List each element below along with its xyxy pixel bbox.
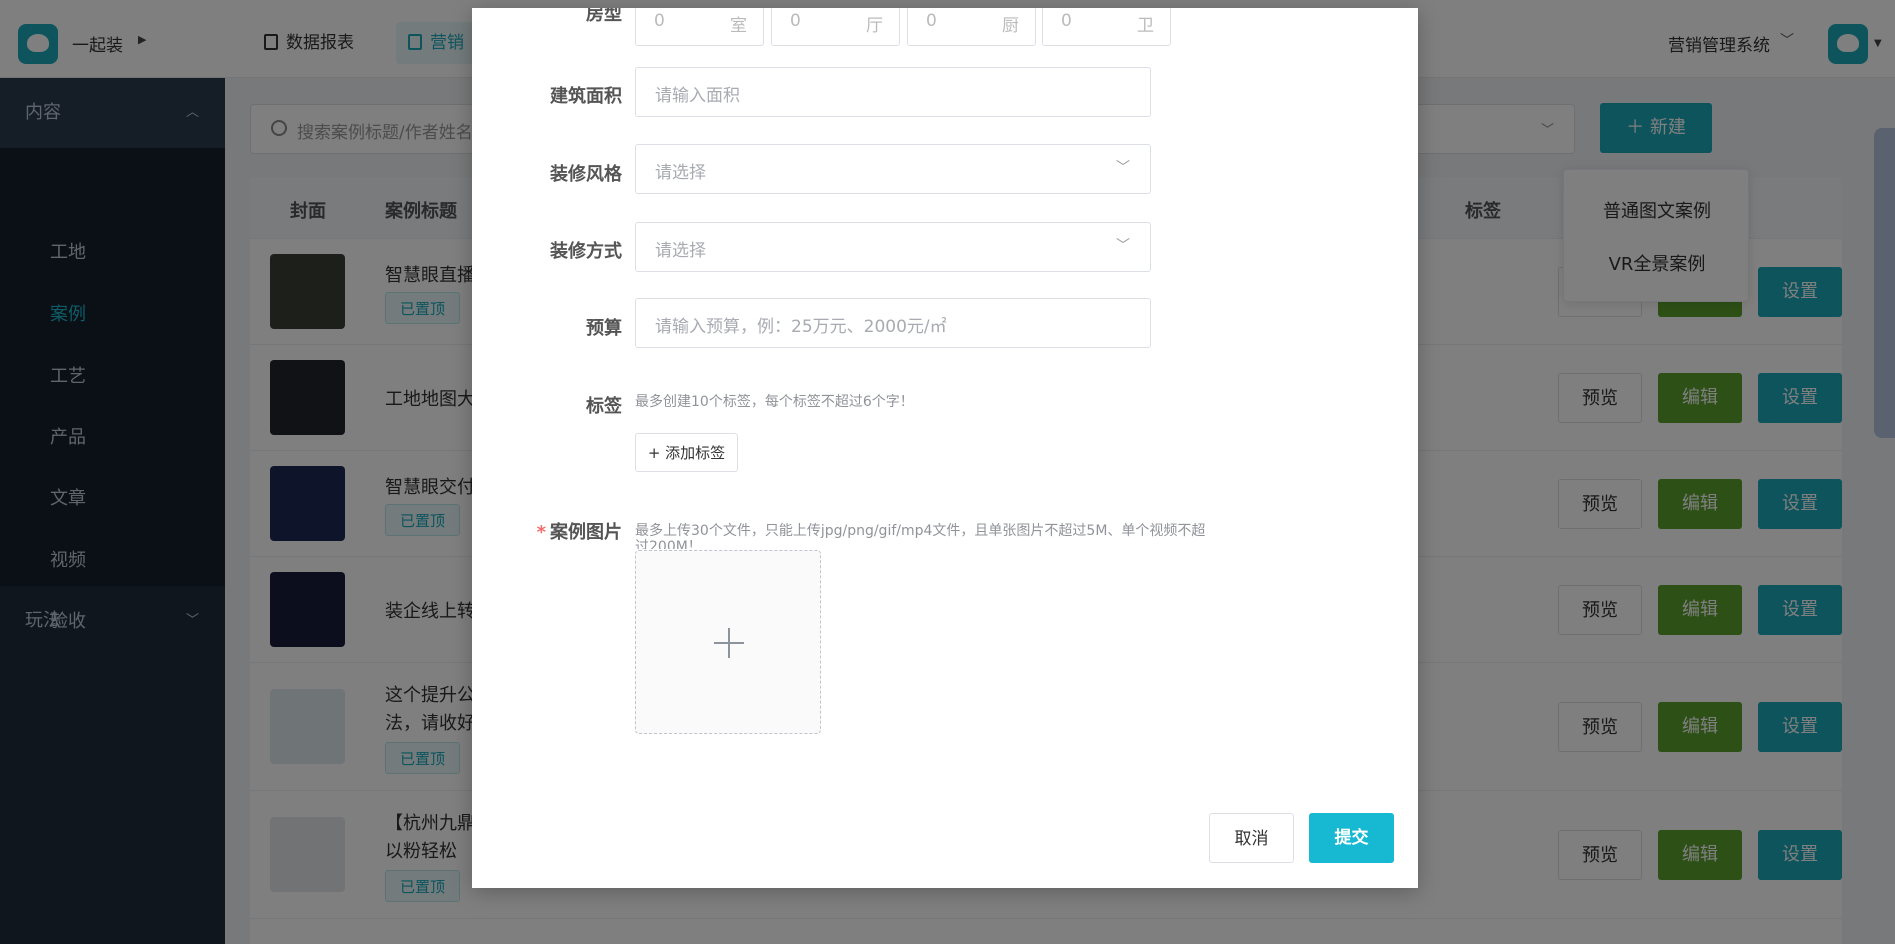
budget-label: 预算 [586,318,622,339]
chevron-down-icon: ﹀ [1116,238,1130,254]
images-hint-line2: 过200M！ [635,539,702,549]
image-uploader[interactable] [635,550,821,734]
room-bedroom-input[interactable]: 0室 [635,8,764,46]
style-label: 装修风格 [550,164,622,185]
images-label: * 案例图片 [536,522,622,543]
style-select[interactable]: 请选择 ﹀ [635,144,1151,194]
add-tag-button[interactable]: + 添加标签 [635,433,738,472]
images-hint: 最多上传30个文件，只能上传jpg/png/gif/mp4文件，且单张图片不超过… [635,523,1206,539]
room-bathroom-input[interactable]: 0卫 [1042,8,1171,46]
case-form-dialog: 房型 0室 0厅 0厨 0卫 建筑面积 请输入面积 装修风格 请选择 ﹀ 装修方… [472,8,1418,888]
cancel-button[interactable]: 取消 [1209,813,1294,863]
budget-input[interactable]: 请输入预算，例：25万元、2000元/㎡ [635,298,1151,348]
method-label: 装修方式 [550,241,622,262]
tags-label: 标签 [586,396,622,417]
area-input[interactable]: 请输入面积 [635,67,1151,117]
area-label: 建筑面积 [550,86,622,107]
room-label: 房型 [586,8,622,25]
method-select[interactable]: 请选择 ﹀ [635,222,1151,272]
tags-hint: 最多创建10个标签，每个标签不超过6个字！ [635,394,914,410]
submit-button[interactable]: 提交 [1309,813,1394,863]
room-living-input[interactable]: 0厅 [771,8,900,46]
chevron-down-icon: ﹀ [1116,160,1130,176]
floating-side-toolbar[interactable] [1874,128,1895,438]
room-kitchen-input[interactable]: 0厨 [907,8,1036,46]
